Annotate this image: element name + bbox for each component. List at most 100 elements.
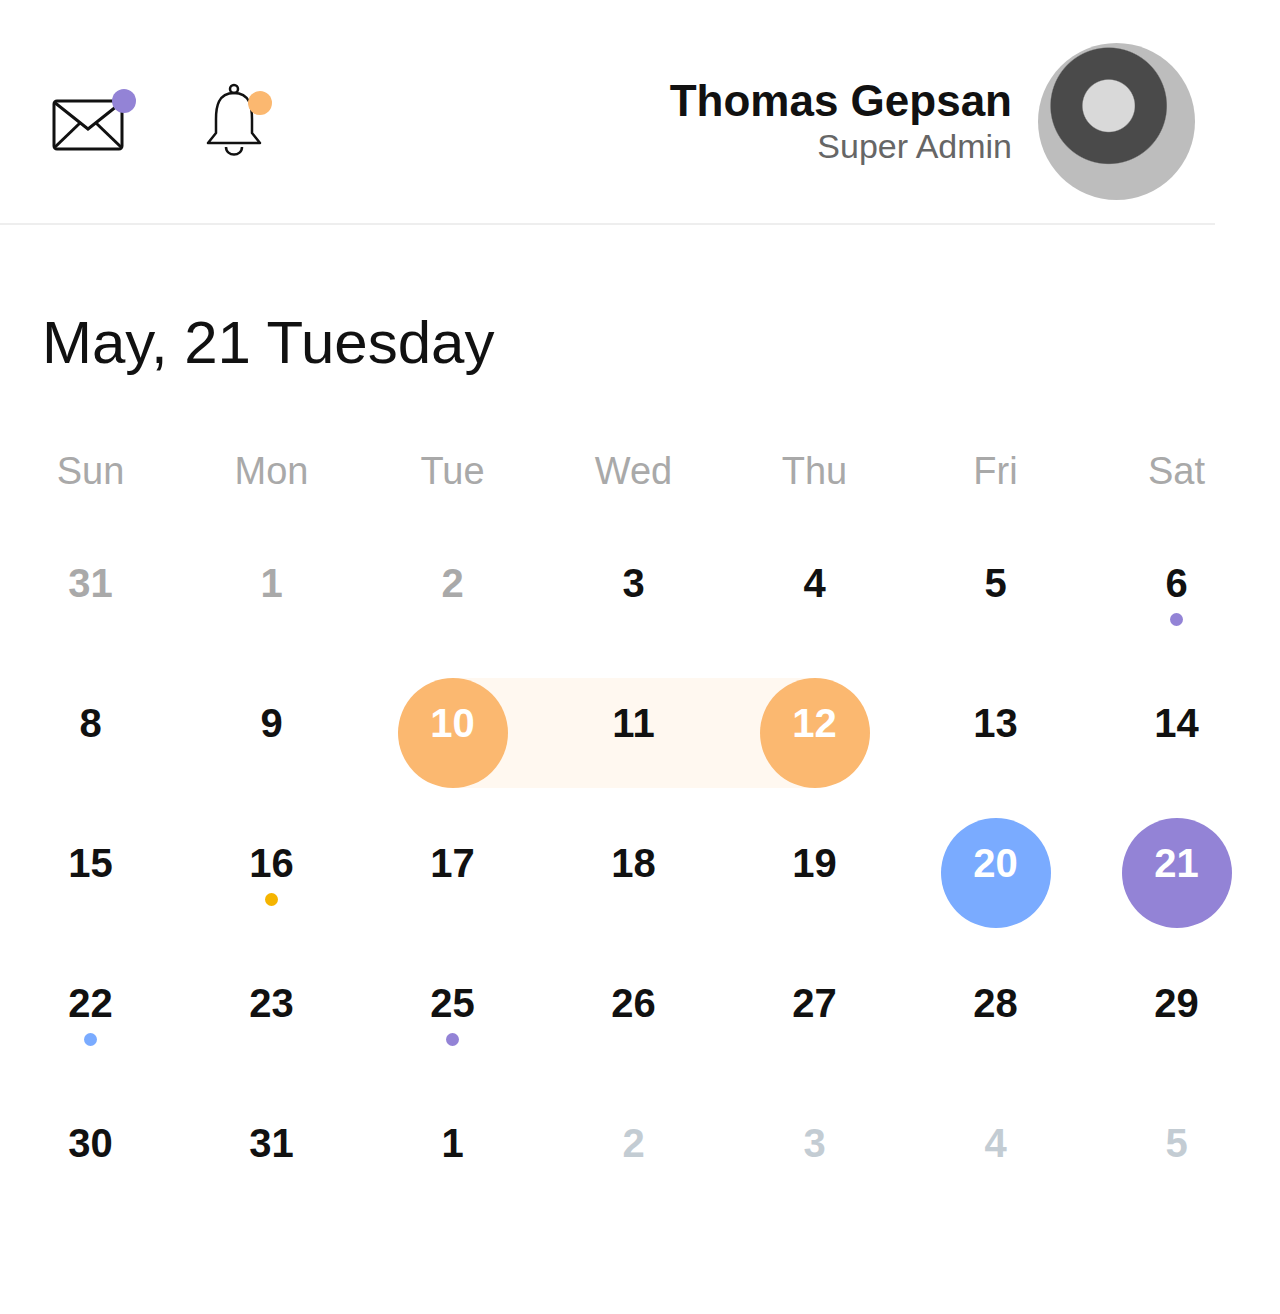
day-cell[interactable]: 5 <box>1086 1098 1267 1238</box>
weekday-row: SunMonTueWedThuFriSat <box>0 447 1280 496</box>
day-cell[interactable]: 5 <box>905 538 1086 678</box>
day-band: 28 <box>905 958 1086 1068</box>
day-box: 28 <box>941 958 1051 1068</box>
avatar-photo[interactable] <box>1038 43 1195 200</box>
day-number: 19 <box>792 841 837 885</box>
day-cell[interactable]: 1 <box>362 1098 543 1238</box>
day-number: 31 <box>249 1121 294 1165</box>
day-number: 5 <box>984 561 1006 605</box>
day-cell[interactable]: 23 <box>181 958 362 1098</box>
day-box: 5 <box>941 538 1051 648</box>
day-cell[interactable]: 11 <box>543 678 724 818</box>
day-cell[interactable]: 15 <box>0 818 181 958</box>
day-cell[interactable]: 2 <box>543 1098 724 1238</box>
day-number: 18 <box>611 841 656 885</box>
day-cell[interactable]: 10 <box>362 678 543 818</box>
day-number: 15 <box>68 841 113 885</box>
day-cell[interactable]: 30 <box>0 1098 181 1238</box>
day-box: 2 <box>579 1098 689 1208</box>
day-band: 13 <box>905 678 1086 788</box>
day-band: 27 <box>724 958 905 1068</box>
day-cell[interactable]: 9 <box>181 678 362 818</box>
day-band: 29 <box>1086 958 1267 1068</box>
day-cell[interactable]: 21 <box>1086 818 1267 958</box>
day-band: 8 <box>0 678 181 788</box>
day-number: 20 <box>973 841 1018 885</box>
day-box: 25 <box>398 958 508 1068</box>
day-band: 6 <box>1086 538 1267 648</box>
weekday-label: Sat <box>1086 447 1267 496</box>
day-number: 27 <box>792 981 837 1025</box>
day-box: 13 <box>941 678 1051 788</box>
day-cell[interactable]: 19 <box>724 818 905 958</box>
day-box: 14 <box>1122 678 1232 788</box>
day-band: 1 <box>181 538 362 648</box>
day-band: 15 <box>0 818 181 928</box>
day-box: 26 <box>579 958 689 1068</box>
day-cell[interactable]: 14 <box>1086 678 1267 818</box>
header-icons <box>52 87 284 157</box>
day-cell[interactable]: 4 <box>905 1098 1086 1238</box>
day-cell[interactable]: 25 <box>362 958 543 1098</box>
day-cell[interactable]: 18 <box>543 818 724 958</box>
day-band: 12 <box>724 678 905 788</box>
day-box: 4 <box>941 1098 1051 1208</box>
day-number: 13 <box>973 701 1018 745</box>
day-number: 4 <box>803 561 825 605</box>
unread-badge <box>248 91 272 115</box>
day-band: 4 <box>905 1098 1086 1208</box>
event-dot <box>446 1033 459 1046</box>
day-cell[interactable]: 1 <box>181 538 362 678</box>
day-cell[interactable]: 8 <box>0 678 181 818</box>
day-cell[interactable]: 31 <box>181 1098 362 1238</box>
day-number: 28 <box>973 981 1018 1025</box>
day-cell[interactable]: 20 <box>905 818 1086 958</box>
week-row: 89 10 11 12 13 14 <box>0 678 1280 818</box>
day-number: 3 <box>803 1121 825 1165</box>
day-cell[interactable]: 22 <box>0 958 181 1098</box>
weekday-label: Wed <box>543 447 724 496</box>
day-cell[interactable]: 28 <box>905 958 1086 1098</box>
day-cell[interactable]: 3 <box>724 1098 905 1238</box>
day-cell[interactable]: 16 <box>181 818 362 958</box>
unread-badge <box>112 89 136 113</box>
day-band: 30 <box>0 1098 181 1208</box>
day-cell[interactable]: 17 <box>362 818 543 958</box>
weekday-label: Thu <box>724 447 905 496</box>
user-profile[interactable]: Thomas GepsanSuper Admin <box>670 43 1195 200</box>
day-cell[interactable]: 27 <box>724 958 905 1098</box>
day-cell[interactable]: 13 <box>905 678 1086 818</box>
event-dot <box>1170 613 1183 626</box>
week-row: 15 16 17 18 19 20 21 <box>0 818 1280 958</box>
day-band: 5 <box>1086 1098 1267 1208</box>
day-number: 1 <box>441 1121 463 1165</box>
day-number: 30 <box>68 1121 113 1165</box>
day-band: 17 <box>362 818 543 928</box>
mail-button[interactable] <box>52 87 132 157</box>
day-box: 15 <box>36 818 146 928</box>
day-cell[interactable]: 29 <box>1086 958 1267 1098</box>
day-cell[interactable]: 2 <box>362 538 543 678</box>
weekday-label: Mon <box>181 447 362 496</box>
day-cell[interactable]: 6 <box>1086 538 1267 678</box>
day-cell[interactable]: 4 <box>724 538 905 678</box>
day-band: 2 <box>543 1098 724 1208</box>
day-box: 2 <box>398 538 508 648</box>
day-cell[interactable]: 3 <box>543 538 724 678</box>
event-dot <box>84 1033 97 1046</box>
day-number: 16 <box>249 841 294 885</box>
day-box: 1 <box>398 1098 508 1208</box>
day-cell[interactable]: 31 <box>0 538 181 678</box>
day-cell[interactable]: 26 <box>543 958 724 1098</box>
day-band: 1 <box>362 1098 543 1208</box>
day-cell[interactable]: 12 <box>724 678 905 818</box>
user-info: Thomas GepsanSuper Admin <box>670 76 1012 167</box>
day-highlight: 10 <box>398 678 508 788</box>
day-box: 9 <box>217 678 327 788</box>
week-row: 2223 25 26 27 28 29 <box>0 958 1280 1098</box>
day-number: 26 <box>611 981 656 1025</box>
notifications-button[interactable] <box>204 87 284 157</box>
day-number: 14 <box>1154 701 1199 745</box>
day-box: 3 <box>579 538 689 648</box>
day-box: 11 <box>579 678 689 788</box>
